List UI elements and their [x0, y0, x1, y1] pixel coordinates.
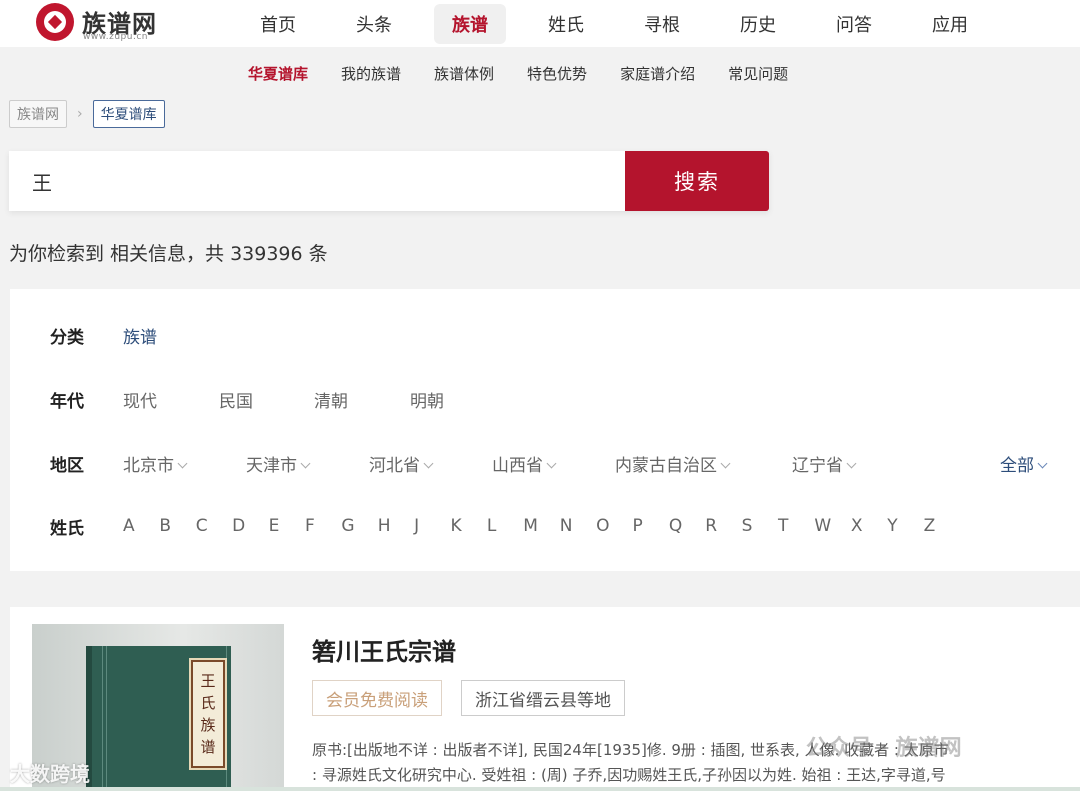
subnav-faq[interactable]: 常见问题 [728, 63, 788, 84]
free-read-button[interactable]: 会员免费阅读 [312, 680, 442, 716]
filter-region-all[interactable]: 全部 [1000, 451, 1048, 476]
surname-letter[interactable]: H [378, 516, 414, 536]
site-logo[interactable]: 族谱网 www.zupu.cn [36, 3, 176, 43]
filter-option-era[interactable]: 清朝 [314, 387, 410, 412]
surname-letter[interactable]: E [269, 516, 305, 536]
filter-row-surname: 姓氏 A B C D E F G H J K L M N O P Q R S T… [50, 511, 960, 541]
sub-nav: 华夏谱库 我的族谱 族谱体例 特色优势 家庭谱介绍 常见问题 [0, 47, 1080, 99]
nav-home[interactable]: 首页 [230, 0, 326, 47]
surname-letter[interactable]: L [487, 516, 523, 536]
filter-option-era[interactable]: 明朝 [410, 387, 444, 412]
filter-option-era[interactable]: 现代 [123, 387, 219, 412]
surname-letter[interactable]: O [596, 516, 632, 536]
nav-genealogy[interactable]: 族谱 [422, 0, 518, 47]
surname-letter[interactable]: A [123, 516, 159, 536]
watermark-right: 公众号 · 族谱网 [806, 736, 962, 761]
region-tag: 浙江省缙云县等地 [461, 680, 625, 716]
filter-option-region[interactable]: 内蒙古自治区 [615, 451, 792, 476]
breadcrumb-root[interactable]: 族谱网 [9, 100, 67, 128]
chevron-down-icon [720, 458, 731, 468]
filter-option-era[interactable]: 民国 [219, 387, 314, 412]
result-card[interactable]: 王 氏 族 谱 箬川王氏宗谱 会员免费阅读 浙江省缙云县等地 原书:[出版地不详… [10, 607, 1080, 791]
subnav-features[interactable]: 特色优势 [527, 63, 587, 84]
filter-option-region[interactable]: 河北省 [369, 451, 492, 476]
result-count: 为你检索到 相关信息，共 339396 条 [9, 243, 328, 265]
filter-option-region[interactable]: 辽宁省 [792, 451, 1000, 476]
filter-option-region[interactable]: 天津市 [246, 451, 369, 476]
chevron-down-icon [300, 458, 311, 468]
chevron-down-icon [423, 458, 434, 468]
logo-url: www.zupu.cn [83, 32, 148, 42]
filter-row-category: 分类 族谱 [50, 320, 157, 350]
filter-label-category: 分类 [50, 327, 84, 348]
nav-history[interactable]: 历史 [710, 0, 806, 47]
watermark-left: 大数跨境 [10, 762, 90, 786]
nav-apps[interactable]: 应用 [902, 0, 998, 47]
chevron-down-icon [546, 458, 557, 468]
surname-letter[interactable]: K [451, 516, 487, 536]
filter-label-era: 年代 [50, 391, 84, 412]
surname-letter[interactable]: P [632, 516, 668, 536]
logo-icon [36, 3, 74, 41]
chevron-down-icon [177, 458, 188, 468]
result-title[interactable]: 箬川王氏宗谱 [312, 632, 456, 667]
filter-option-region[interactable]: 山西省 [492, 451, 615, 476]
chevron-down-icon [846, 458, 857, 468]
surname-letter[interactable]: Q [669, 516, 705, 536]
book-icon: 王 氏 族 谱 [86, 646, 231, 791]
nav-qa[interactable]: 问答 [806, 0, 902, 47]
search-bar: 搜索 [9, 151, 769, 211]
filter-label-surname: 姓氏 [50, 518, 84, 539]
nav-headlines[interactable]: 头条 [326, 0, 422, 47]
surname-letter[interactable]: B [159, 516, 195, 536]
surname-letter[interactable]: X [851, 516, 887, 536]
surname-letter[interactable]: N [560, 516, 596, 536]
subnav-huaxia-library[interactable]: 华夏谱库 [248, 63, 308, 84]
surname-letter[interactable]: F [305, 516, 341, 536]
breadcrumb-current[interactable]: 华夏谱库 [92, 100, 165, 128]
search-input[interactable] [9, 151, 625, 211]
nav-surname[interactable]: 姓氏 [518, 0, 614, 47]
surname-letter[interactable]: W [814, 516, 850, 536]
surname-letter[interactable]: C [196, 516, 232, 536]
breadcrumb-chevron-icon: › [77, 106, 83, 122]
subnav-genealogy-format[interactable]: 族谱体例 [434, 63, 494, 84]
top-header: 族谱网 www.zupu.cn 首页 头条 族谱 姓氏 寻根 历史 问答 应用 [0, 0, 1080, 47]
surname-letter[interactable]: M [523, 516, 559, 536]
filter-option-region[interactable]: 北京市 [123, 451, 246, 476]
surname-letter[interactable]: T [778, 516, 814, 536]
main-nav: 首页 头条 族谱 姓氏 寻根 历史 问答 应用 [230, 0, 998, 47]
breadcrumb: 族谱网 › 华夏谱库 [9, 100, 165, 128]
surname-letter[interactable]: G [341, 516, 377, 536]
filter-row-era: 年代 现代 民国 清朝 明朝 [50, 384, 444, 414]
surname-letter[interactable]: Z [924, 516, 960, 536]
book-label: 王 氏 族 谱 [189, 658, 227, 770]
filter-option-genealogy[interactable]: 族谱 [123, 323, 157, 348]
nav-roots[interactable]: 寻根 [614, 0, 710, 47]
search-button[interactable]: 搜索 [625, 151, 769, 211]
filter-panel: 分类 族谱 年代 现代 民国 清朝 明朝 地区 北京市 天津市 河北省 山西省 … [10, 289, 1080, 571]
surname-letter[interactable]: Y [887, 516, 923, 536]
surname-letter[interactable]: J [414, 516, 450, 536]
chevron-down-icon [1037, 458, 1048, 468]
filter-label-region: 地区 [50, 455, 84, 476]
surname-letter[interactable]: R [705, 516, 741, 536]
bottom-strip [0, 787, 1080, 791]
subnav-my-genealogy[interactable]: 我的族谱 [341, 63, 401, 84]
filter-row-region: 地区 北京市 天津市 河北省 山西省 内蒙古自治区 辽宁省 全部 [50, 448, 1060, 478]
surname-letter[interactable]: S [742, 516, 778, 536]
subnav-family-genealogy[interactable]: 家庭谱介绍 [620, 63, 695, 84]
surname-letter[interactable]: D [232, 516, 268, 536]
